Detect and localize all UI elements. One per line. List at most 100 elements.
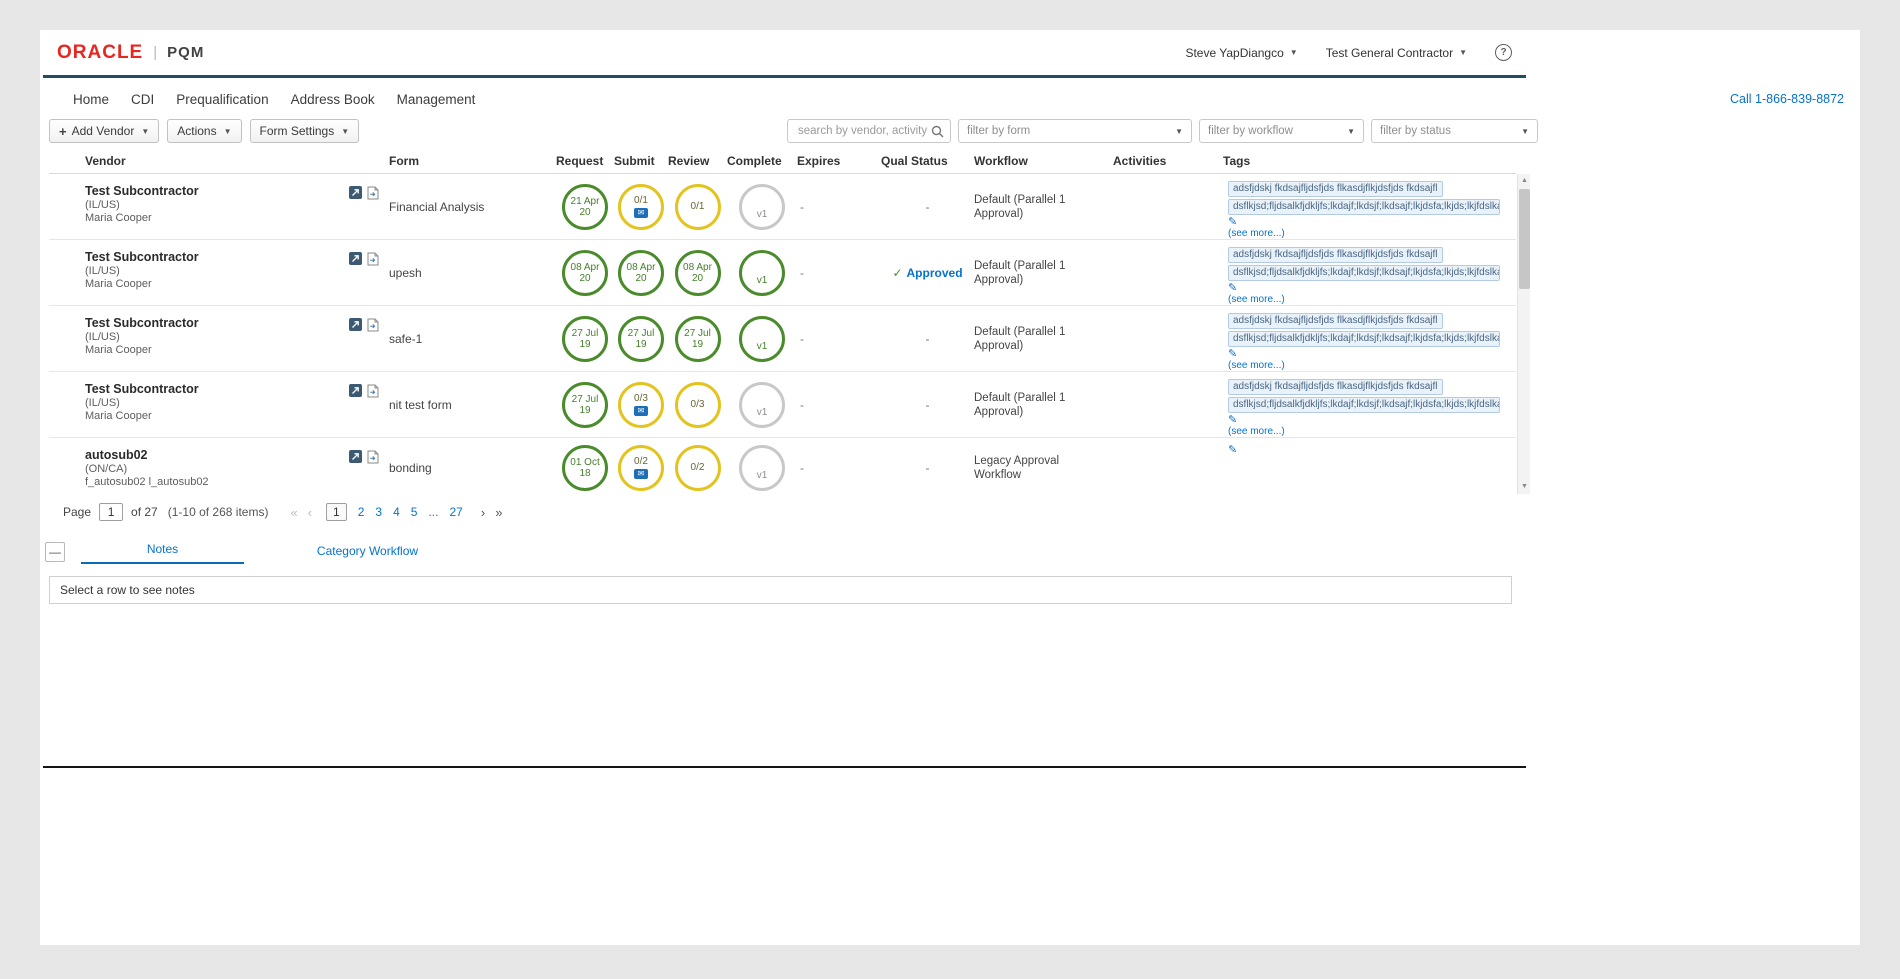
- review-status-circle[interactable]: 0/2: [675, 445, 721, 491]
- vendor-profile-icon[interactable]: [349, 186, 362, 239]
- pagination-next-icon[interactable]: ›: [481, 505, 485, 520]
- collapse-panel-button[interactable]: —: [45, 542, 65, 562]
- see-more-link[interactable]: (see more...): [1228, 426, 1500, 437]
- table-row[interactable]: Test Subcontractor(IL/US)Maria Coopersaf…: [49, 306, 1516, 372]
- tag-chip[interactable]: dsflkjsd;fljdsalkfjdkljfs;lkdajf;lkdsjf;…: [1228, 397, 1500, 413]
- vendor-profile-icon[interactable]: [349, 318, 362, 371]
- vendor-name[interactable]: Test Subcontractor: [85, 184, 199, 198]
- see-more-link[interactable]: (see more...): [1228, 228, 1500, 239]
- review-status-circle[interactable]: 08 Apr20: [675, 250, 721, 296]
- edit-tags-icon[interactable]: ✎: [1228, 445, 1500, 455]
- tag-chip[interactable]: dsflkjsd;fljdsalkfjdkljfs;lkdajf;lkdsjf;…: [1228, 199, 1500, 215]
- submit-status-circle[interactable]: 0/2✉: [618, 445, 664, 491]
- tag-chip[interactable]: adsfjdskj fkdsajfljdsfjds flkasdjflkjdsf…: [1228, 247, 1443, 263]
- page-number-input[interactable]: [99, 503, 123, 521]
- review-status-circle[interactable]: 27 Jul19: [675, 316, 721, 362]
- complete-status-circle[interactable]: v1: [739, 445, 785, 491]
- search-icon[interactable]: [931, 125, 944, 138]
- request-status-circle[interactable]: 21 Apr20: [562, 184, 608, 230]
- complete-status-circle[interactable]: v1: [739, 184, 785, 230]
- request-status-circle[interactable]: 27 Jul19: [562, 316, 608, 362]
- form-document-icon[interactable]: [367, 318, 379, 371]
- table-row[interactable]: Test Subcontractor(IL/US)Maria Coopernit…: [49, 372, 1516, 438]
- nav-item-home[interactable]: Home: [73, 92, 109, 107]
- vendor-name[interactable]: Test Subcontractor: [85, 382, 199, 396]
- column-header-complete[interactable]: Complete: [727, 154, 797, 168]
- submit-status-circle[interactable]: 27 Jul19: [618, 316, 664, 362]
- column-header-workflow[interactable]: Workflow: [974, 154, 1113, 168]
- edit-tags-icon[interactable]: ✎: [1228, 283, 1500, 293]
- nav-item-cdi[interactable]: CDI: [131, 92, 154, 107]
- pagination-page-link[interactable]: 5: [411, 505, 418, 519]
- tab-notes[interactable]: Notes: [81, 542, 244, 564]
- pagination-first-icon[interactable]: «: [290, 505, 297, 520]
- column-header-vendor[interactable]: Vendor: [49, 154, 389, 168]
- pagination-prev-icon[interactable]: ‹: [308, 505, 312, 520]
- table-row[interactable]: autosub02(ON/CA)f_autosub02 l_autosub02b…: [49, 438, 1516, 494]
- filter-by-status-dropdown[interactable]: filter by status ▼: [1371, 119, 1538, 143]
- call-phone-link[interactable]: Call 1-866-839-8872: [1730, 92, 1844, 106]
- user-menu[interactable]: Steve YapDiangco ▼: [1185, 46, 1297, 60]
- nav-item-management[interactable]: Management: [397, 92, 476, 107]
- tag-chip[interactable]: dsflkjsd;fljdsalkfjdkljfs;lkdajf;lkdsjf;…: [1228, 331, 1500, 347]
- form-document-icon[interactable]: [367, 450, 379, 494]
- oracle-logo[interactable]: ORACLE: [57, 42, 143, 64]
- tag-chip[interactable]: adsfjdskj fkdsajfljdsfjds flkasdjflkjdsf…: [1228, 313, 1443, 329]
- qual-status-text[interactable]: Approved: [907, 266, 963, 280]
- column-header-form[interactable]: Form: [389, 154, 556, 168]
- table-row[interactable]: Test Subcontractor(IL/US)Maria CooperFin…: [49, 174, 1516, 240]
- edit-tags-icon[interactable]: ✎: [1228, 349, 1500, 359]
- complete-status-circle[interactable]: v1: [739, 382, 785, 428]
- see-more-link[interactable]: (see more...): [1228, 294, 1500, 305]
- column-header-review[interactable]: Review: [668, 154, 727, 168]
- column-header-qual-status[interactable]: Qual Status: [881, 154, 974, 168]
- submit-status-circle[interactable]: 08 Apr20: [618, 250, 664, 296]
- search-input[interactable]: [796, 124, 931, 138]
- complete-status-circle[interactable]: v1: [739, 316, 785, 362]
- actions-button[interactable]: Actions ▼: [167, 119, 241, 143]
- pagination-page-link[interactable]: 3: [375, 505, 382, 519]
- vendor-profile-icon[interactable]: [349, 384, 362, 437]
- vendor-profile-icon[interactable]: [349, 450, 362, 494]
- column-header-request[interactable]: Request: [556, 154, 614, 168]
- see-more-link[interactable]: (see more...): [1228, 360, 1500, 371]
- request-status-circle[interactable]: 27 Jul19: [562, 382, 608, 428]
- scrollbar-thumb[interactable]: [1519, 189, 1530, 289]
- filter-by-form-dropdown[interactable]: filter by form ▼: [958, 119, 1192, 143]
- tab-category-workflow[interactable]: Category Workflow: [286, 544, 449, 564]
- company-menu[interactable]: Test General Contractor ▼: [1326, 46, 1467, 60]
- form-document-icon[interactable]: [367, 252, 379, 305]
- vendor-name[interactable]: Test Subcontractor: [85, 250, 199, 264]
- vertical-scrollbar[interactable]: ▲ ▼: [1517, 174, 1530, 494]
- column-header-expires[interactable]: Expires: [797, 154, 881, 168]
- request-status-circle[interactable]: 08 Apr20: [562, 250, 608, 296]
- column-header-activities[interactable]: Activities: [1113, 154, 1223, 168]
- submit-status-circle[interactable]: 0/3✉: [618, 382, 664, 428]
- vendor-name[interactable]: Test Subcontractor: [85, 316, 199, 330]
- add-vendor-button[interactable]: + Add Vendor ▼: [49, 119, 159, 143]
- pagination-last-icon[interactable]: »: [495, 505, 502, 520]
- vendor-name[interactable]: autosub02: [85, 448, 209, 462]
- form-document-icon[interactable]: [367, 384, 379, 437]
- review-status-circle[interactable]: 0/1: [675, 184, 721, 230]
- help-icon[interactable]: ?: [1495, 44, 1512, 61]
- column-header-submit[interactable]: Submit: [614, 154, 668, 168]
- scrollbar-down-arrow[interactable]: ▼: [1518, 480, 1530, 494]
- request-status-circle[interactable]: 01 Oct18: [562, 445, 608, 491]
- form-document-icon[interactable]: [367, 186, 379, 239]
- submit-status-circle[interactable]: 0/1✉: [618, 184, 664, 230]
- review-status-circle[interactable]: 0/3: [675, 382, 721, 428]
- vendor-profile-icon[interactable]: [349, 252, 362, 305]
- tag-chip[interactable]: dsflkjsd;fljdsalkfjdkljfs;lkdajf;lkdsjf;…: [1228, 265, 1500, 281]
- pagination-page-link[interactable]: 4: [393, 505, 400, 519]
- tag-chip[interactable]: adsfjdskj fkdsajfljdsfjds flkasdjflkjdsf…: [1228, 181, 1443, 197]
- edit-tags-icon[interactable]: ✎: [1228, 415, 1500, 425]
- pagination-page-link[interactable]: 2: [358, 505, 365, 519]
- nav-item-address-book[interactable]: Address Book: [291, 92, 375, 107]
- column-header-tags[interactable]: Tags: [1223, 154, 1516, 168]
- edit-tags-icon[interactable]: ✎: [1228, 217, 1500, 227]
- form-settings-button[interactable]: Form Settings ▼: [250, 119, 360, 143]
- tag-chip[interactable]: adsfjdskj fkdsajfljdsfjds flkasdjflkjdsf…: [1228, 379, 1443, 395]
- filter-by-workflow-dropdown[interactable]: filter by workflow ▼: [1199, 119, 1364, 143]
- scrollbar-up-arrow[interactable]: ▲: [1518, 174, 1530, 188]
